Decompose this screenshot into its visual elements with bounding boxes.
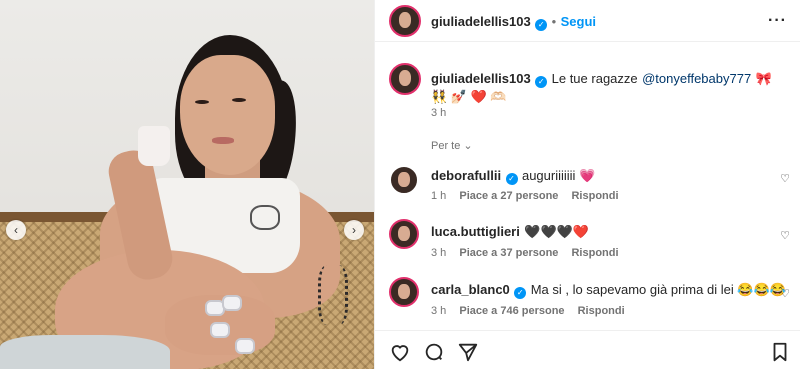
comment-likes[interactable]: Piace a 37 persone [459, 247, 558, 259]
photo-cup [138, 126, 170, 166]
verified-badge-icon: ✓ [505, 173, 518, 185]
bookmark-icon[interactable] [769, 341, 791, 363]
action-bar [375, 330, 800, 369]
comment-body: deborafullii ✓ auguriiiiiii 💗 [431, 167, 595, 185]
comment-username[interactable]: deborafullii [431, 168, 501, 183]
reply-button[interactable]: Rispondi [571, 190, 618, 202]
reply-button[interactable]: Rispondi [571, 247, 618, 259]
comment-avatar[interactable] [389, 165, 419, 195]
comment-time: 3 h [431, 247, 447, 259]
post-header: giuliadelellis103 ✓ • Segui ··· [375, 0, 800, 42]
follow-button[interactable]: Segui [561, 14, 596, 29]
chevron-down-icon: ⌄ [463, 140, 473, 152]
caption-time: 3 h [431, 107, 447, 119]
caption-text: Le tue ragazze [551, 71, 638, 86]
comment-bubble-icon[interactable] [423, 341, 445, 363]
comment-meta: 3 h Piace a 746 persone Rispondi [431, 305, 625, 317]
photo-eye [232, 98, 246, 102]
comment-meta: 3 h Piace a 37 persone Rispondi [431, 247, 619, 259]
caption-mention[interactable]: @tonyeffebaby777 [642, 71, 751, 86]
chevron-left-icon: ‹ [14, 223, 18, 237]
author-avatar[interactable] [389, 5, 421, 37]
heart-icon[interactable]: ♡ [780, 172, 790, 185]
more-dots-icon[interactable]: ··· [768, 12, 787, 30]
author-username[interactable]: giuliadelellis103 [431, 14, 531, 29]
photo-ring [222, 295, 242, 311]
comment-text: Ma si , lo sapevamo già prima di lei 😂😂😂 [530, 282, 786, 297]
comment-likes[interactable]: Piace a 27 persone [459, 190, 558, 202]
like-heart-icon[interactable] [389, 341, 411, 363]
comment-filter-label: Per te [431, 140, 461, 152]
photo-shirt-logo [250, 205, 280, 230]
photo-eye [195, 100, 209, 104]
verified-badge-icon: ✓ [514, 287, 527, 299]
share-paper-plane-icon[interactable] [457, 341, 479, 363]
reply-button[interactable]: Rispondi [578, 305, 625, 317]
comment-time: 3 h [431, 305, 447, 317]
caption-avatar[interactable] [389, 63, 421, 95]
caption-username[interactable]: giuliadelellis103 [431, 71, 531, 86]
comment-text: auguriiiiiii 💗 [521, 168, 596, 183]
comment-body: carla_blanc0 ✓ Ma si , lo sapevamo già p… [431, 281, 786, 299]
post-sidebar: giuliadelellis103 ✓ • Segui ··· giuliade… [374, 0, 800, 369]
verified-badge-icon: ✓ [535, 76, 548, 88]
carousel-next-button[interactable]: › [344, 220, 364, 240]
photo-ring [235, 338, 255, 354]
comment-avatar[interactable] [389, 219, 419, 249]
photo-ring [210, 322, 230, 338]
comment-text: 🖤🖤🖤❤️ [524, 224, 590, 239]
chevron-right-icon: › [352, 223, 356, 237]
photo-lips [212, 137, 234, 144]
comment-avatar[interactable] [389, 277, 419, 307]
heart-icon[interactable]: ♡ [780, 287, 790, 300]
instagram-post: ‹ › giuliadelellis103 ✓ • Segui ··· giul… [0, 0, 800, 369]
caption: giuliadelellis103 ✓ Le tue ragazze @tony… [431, 70, 781, 105]
comment-meta: 1 h Piace a 27 persone Rispondi [431, 190, 619, 202]
comment-username[interactable]: carla_blanc0 [431, 282, 510, 297]
comment-time: 1 h [431, 190, 447, 202]
heart-icon[interactable]: ♡ [780, 229, 790, 242]
comment-body: luca.buttiglieri 🖤🖤🖤❤️ [431, 223, 589, 241]
comment-likes[interactable]: Piace a 746 persone [459, 305, 564, 317]
comment-filter[interactable]: Per te ⌄ [431, 139, 473, 152]
dot-separator: • [551, 14, 557, 29]
author-line: giuliadelellis103 ✓ • Segui [431, 13, 596, 31]
verified-badge-icon: ✓ [535, 19, 548, 31]
post-photo[interactable]: ‹ › [0, 0, 374, 369]
carousel-prev-button[interactable]: ‹ [6, 220, 26, 240]
photo-shorts [0, 335, 170, 369]
comment-username[interactable]: luca.buttiglieri [431, 224, 520, 239]
photo-tattoo [318, 265, 348, 325]
photo-face [180, 55, 275, 175]
